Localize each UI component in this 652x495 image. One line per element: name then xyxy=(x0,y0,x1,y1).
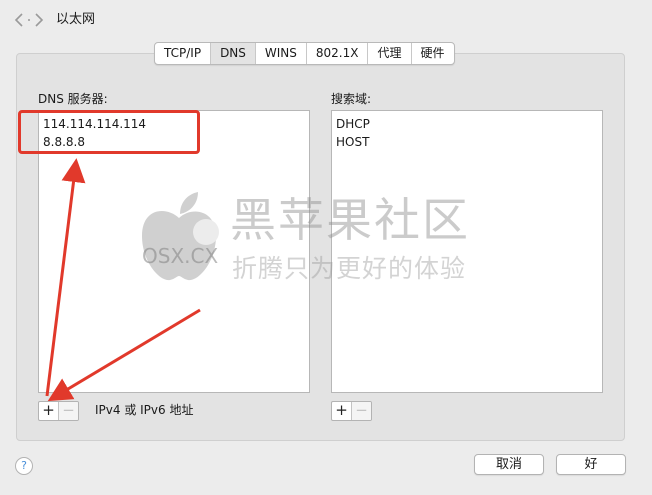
search-add-button[interactable]: + xyxy=(332,402,352,420)
dns-hint-text: IPv4 或 IPv6 地址 xyxy=(95,403,194,417)
search-domains-label: 搜索域: xyxy=(331,92,372,106)
back-forward-icon[interactable] xyxy=(13,12,45,28)
search-domain-item[interactable]: DHCP xyxy=(336,117,370,131)
tab-bar: TCP/IP DNS WINS 802.1X 代理 硬件 xyxy=(154,42,455,65)
tab-proxy[interactable]: 代理 xyxy=(368,43,412,64)
tab-wins[interactable]: WINS xyxy=(256,43,307,64)
help-button[interactable]: ? xyxy=(15,457,33,475)
dns-remove-button[interactable]: − xyxy=(59,402,78,420)
window-title: 以太网 xyxy=(56,12,96,27)
ok-button[interactable]: 好 xyxy=(556,454,626,475)
search-add-remove-buttons: + − xyxy=(331,401,372,421)
cancel-button[interactable]: 取消 xyxy=(474,454,544,475)
title-bar: 以太网 xyxy=(0,0,652,40)
search-remove-button[interactable]: − xyxy=(352,402,371,420)
tab-dns[interactable]: DNS xyxy=(211,43,256,64)
dns-add-button[interactable]: + xyxy=(39,402,59,420)
search-domains-list[interactable]: DHCP HOST xyxy=(331,110,603,393)
annotation-highlight-box xyxy=(18,110,200,154)
tab-tcpip[interactable]: TCP/IP xyxy=(155,43,212,64)
dns-servers-label: DNS 服务器: xyxy=(38,92,108,106)
tab-8021x[interactable]: 802.1X xyxy=(307,43,369,64)
dns-add-remove-buttons: + − xyxy=(38,401,79,421)
search-domain-item[interactable]: HOST xyxy=(336,135,369,149)
tab-hardware[interactable]: 硬件 xyxy=(412,43,454,64)
